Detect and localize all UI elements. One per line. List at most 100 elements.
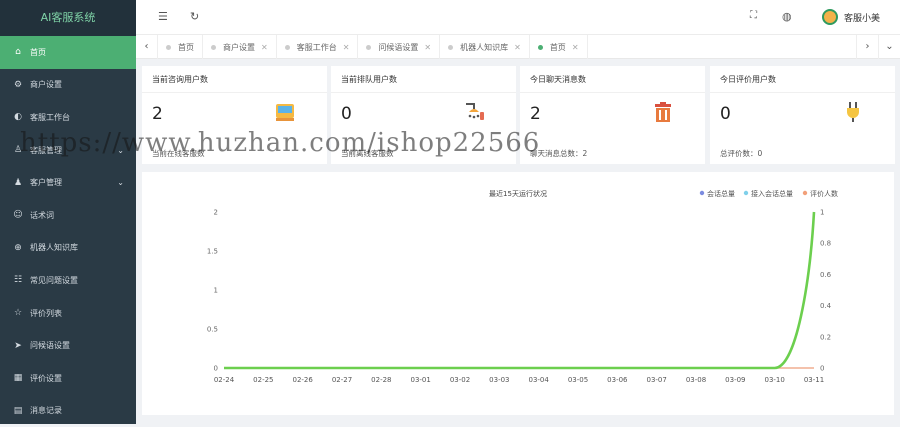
topbar: ☰ ↻ ⛶ ◍ 客服小美 (136, 0, 900, 35)
fullscreen-icon[interactable]: ⛶ (750, 10, 757, 21)
sidebar-item-0[interactable]: ⌂ 首页 (0, 36, 136, 69)
sidebar-item-7[interactable]: ☷ 常见问题设置 (0, 264, 136, 297)
y-left-tick-label: 1 (214, 287, 218, 295)
tab-status-dot (448, 44, 454, 50)
tab-label: 商户设置 (223, 42, 255, 52)
sidebar-item-10[interactable]: ▦ 评价设置 (0, 362, 136, 395)
y-left-tick-label: 2 (214, 209, 218, 217)
home-icon: ⌂ (15, 47, 21, 58)
tab-label: 机器人知识库 (460, 42, 509, 52)
close-icon[interactable]: ✕ (424, 43, 431, 52)
sidebar-nav: ⌂ 首页 ⚙ 商户设置 ◐ 客服工作台 ♙ 客服管理 ⌄ ♟ 客户管理 ⌄ ☺ 话术词 ⊕ 机器人知识库 ☷ 常见… (0, 36, 136, 427)
x-tick-label: 03-10 (764, 376, 784, 384)
sidebar-item-4[interactable]: ♟ 客户管理 ⌄ (0, 166, 136, 199)
tab-list: 首页 商户设置 ✕ 客服工作台 ✕ 问候语设置 ✕ 机器人知识库 ✕ 首页 ✕ (158, 35, 588, 59)
tabs-dropdown-icon[interactable]: ⌄ (878, 35, 900, 59)
y-right-tick-label: 0.8 (820, 240, 831, 248)
x-tick-label: 02-26 (292, 376, 313, 384)
tab-4[interactable]: 机器人知识库 ✕ (440, 35, 530, 59)
y-left-tick-label: 1.5 (207, 248, 218, 256)
star-icon: ☆ (13, 308, 23, 319)
calendar-icon: ▦ (13, 373, 23, 384)
tab-5[interactable]: 首页 ✕ (530, 35, 588, 59)
legend-label: 评价人数 (810, 189, 838, 198)
sidebar-item-1[interactable]: ⚙ 商户设置 (0, 69, 136, 102)
plug-icon (841, 100, 865, 124)
x-tick-label: 03-08 (686, 376, 706, 384)
stat-card-value: 0 (720, 104, 731, 124)
tab-3[interactable]: 问候语设置 ✕ (358, 35, 441, 59)
x-tick-label: 02-27 (332, 376, 352, 384)
globe-icon[interactable]: ◍ (782, 10, 792, 23)
x-tick-label: 03-01 (410, 376, 430, 384)
chart-title: 最近15天运行状况 (489, 189, 547, 198)
x-tick-label: 03-09 (725, 376, 745, 384)
close-icon[interactable]: ✕ (572, 43, 579, 52)
user-menu[interactable]: 客服小美 (821, 9, 880, 25)
headset-icon: ◐ (14, 112, 22, 123)
stat-card: 今日评价用户数 0 总评价数：0 (710, 66, 895, 164)
chart-panel: 最近15天运行状况 会话总量 接入会话总量 评价人数 0 0.5 1 1.5 2 0 0.2 0.4 0… (142, 172, 894, 415)
tab-label: 首页 (178, 42, 194, 52)
legend-label: 会话总量 (707, 189, 735, 198)
y-left-tick-label: 0.5 (207, 326, 218, 334)
watermark-text: https://www.huzhan.com/ishop22566 (20, 128, 541, 158)
sidebar-item-5[interactable]: ☺ 话术词 (0, 199, 136, 232)
stat-card-value: 2 (152, 104, 163, 124)
app-logo-title: AI客服系统 (0, 0, 136, 36)
sidebar-item-label: 客服工作台 (30, 112, 70, 122)
x-tick-label: 03-03 (489, 376, 509, 384)
divider (142, 92, 327, 93)
stat-card-value: 0 (341, 104, 352, 124)
series-line-3 (224, 211, 816, 370)
send-icon: ➤ (14, 340, 22, 351)
users-icon: ♟ (13, 177, 23, 188)
sidebar-item-8[interactable]: ☆ 评价列表 (0, 297, 136, 330)
divider (331, 92, 516, 93)
sidebar-item-11[interactable]: ▤ 消息记录 (0, 395, 136, 427)
legend-marker (699, 190, 705, 196)
sidebar: AI客服系统 ⌂ 首页 ⚙ 商户设置 ◐ 客服工作台 ♙ 客服管理 ⌄ ♟ 客户管理 ⌄ ☺ 话术词 ⊕ 机器… (0, 0, 136, 424)
close-icon[interactable]: ✕ (343, 43, 350, 52)
sidebar-item-6[interactable]: ⊕ 机器人知识库 (0, 232, 136, 265)
user-name: 客服小美 (843, 13, 880, 24)
tab-status-dot (211, 44, 216, 50)
y-right-tick-label: 1 (820, 209, 824, 217)
close-icon[interactable]: ✕ (514, 43, 521, 52)
stat-card-title: 今日评价用户数 (720, 75, 776, 84)
sidebar-item-label: 问候语设置 (30, 341, 70, 351)
y-right-tick-label: 0 (820, 365, 824, 373)
line-chart: 最近15天运行状况 会话总量 接入会话总量 评价人数 0 0.5 1 1.5 2 0 0.2 0.4 0… (207, 189, 838, 384)
tabs-scroll-left-icon[interactable]: ‹ (136, 35, 158, 59)
avatar (821, 9, 838, 25)
smile-icon: ☺ (13, 210, 23, 221)
sidebar-item-9[interactable]: ➤ 问候语设置 (0, 329, 136, 362)
legend-marker (802, 190, 808, 196)
sidebar-item-label: 客户管理 (30, 178, 62, 188)
stat-card-title: 今日聊天消息数 (530, 75, 586, 84)
x-tick-label: 03-11 (804, 376, 824, 384)
legend-label: 接入会话总量 (751, 189, 793, 198)
tab-status-dot (366, 44, 372, 50)
sidebar-item-label: 消息记录 (30, 406, 62, 416)
collapse-menu-icon[interactable]: ☰ (158, 10, 168, 23)
tab-0[interactable]: 首页 (158, 35, 203, 59)
stat-card: 今日聊天消息数 2 聊天消息总数：2 (520, 66, 705, 164)
tabs-scroll-right-icon[interactable]: › (856, 35, 878, 59)
stat-card-title: 当前排队用户数 (341, 75, 397, 84)
divider (520, 92, 705, 93)
stat-card-title: 当前咨询用户数 (152, 75, 208, 84)
series-line-0 (224, 211, 815, 369)
tab-2[interactable]: 客服工作台 ✕ (277, 35, 359, 59)
gear-icon: ⚙ (13, 79, 23, 90)
sidebar-item-label: 商户设置 (30, 80, 62, 90)
x-tick-label: 03-02 (450, 376, 470, 384)
x-tick-label: 03-04 (528, 376, 549, 384)
tab-status-dot (537, 44, 543, 50)
tab-label: 首页 (549, 42, 566, 52)
tab-1[interactable]: 商户设置 ✕ (203, 35, 277, 59)
robot-icon: ⊕ (14, 242, 22, 253)
refresh-icon[interactable]: ↻ (190, 10, 199, 23)
sidebar-item-label: 首页 (30, 47, 46, 57)
close-icon[interactable]: ✕ (261, 43, 268, 52)
